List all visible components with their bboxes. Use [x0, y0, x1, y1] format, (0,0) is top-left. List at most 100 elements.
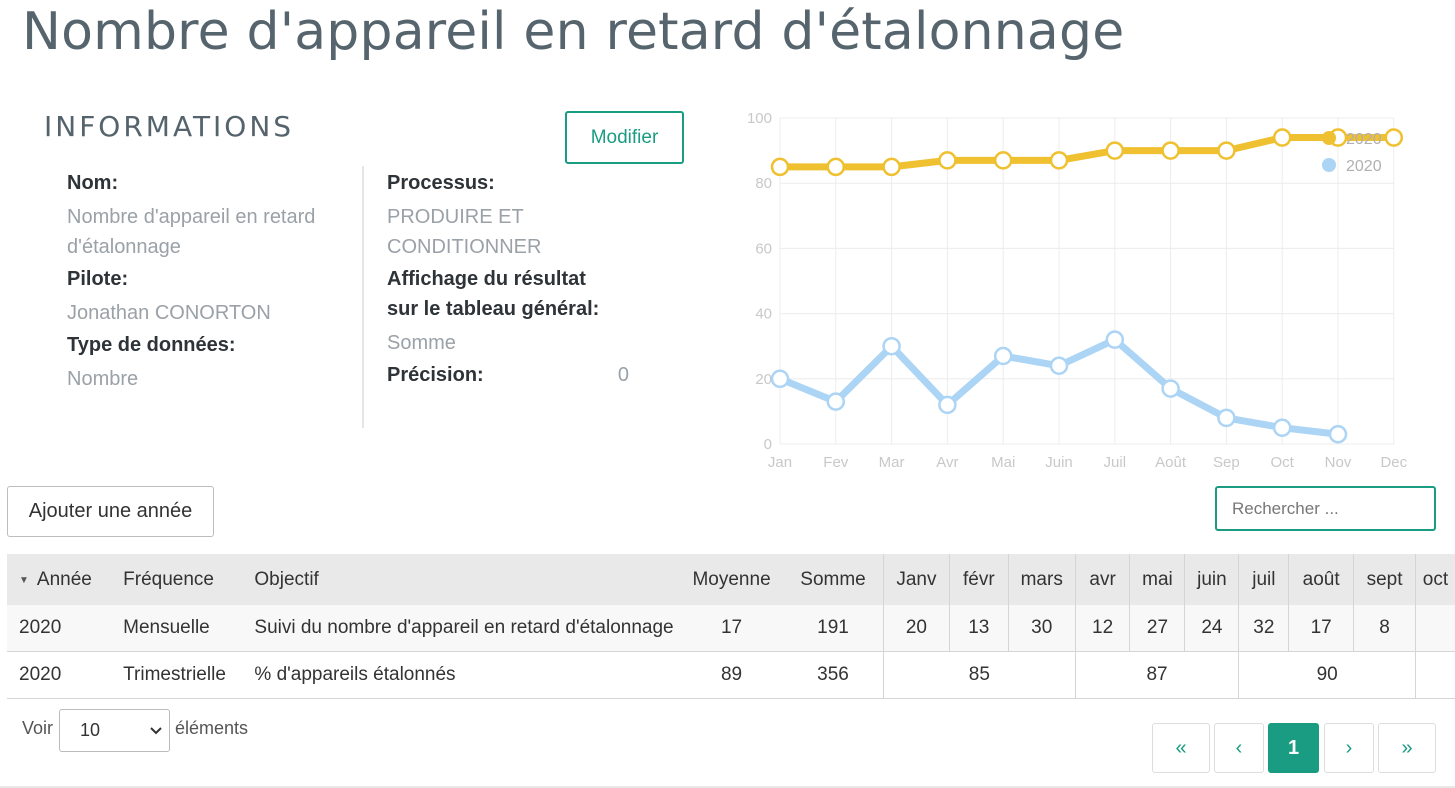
x-tick-label: Juil: [1104, 454, 1127, 471]
cell-annee: 2020: [7, 605, 112, 652]
data-point: [826, 392, 846, 411]
cell-somme: 356: [783, 651, 884, 699]
col-header-month[interactable]: sept: [1353, 554, 1416, 605]
next-page-button[interactable]: ›: [1324, 723, 1374, 773]
col-header-annee[interactable]: ▼ Année: [7, 554, 111, 605]
info-left-column: Nom: Nombre d'appareil en retard d'étalo…: [67, 168, 337, 396]
col-header-month[interactable]: avr: [1074, 554, 1130, 605]
cell-objectif: % d'appareils étalonnés: [242, 651, 681, 699]
cell-month: 27: [1129, 605, 1185, 652]
col-header-month[interactable]: août: [1288, 554, 1354, 605]
col-header-month[interactable]: oct: [1414, 554, 1455, 605]
data-point: [938, 395, 957, 415]
cell-frequence: Trimestrielle: [111, 651, 243, 699]
page-1-button[interactable]: 1: [1268, 723, 1319, 773]
x-tick-label: Jan: [768, 454, 792, 471]
col-header-month[interactable]: Janv: [882, 554, 950, 605]
series-line: [776, 134, 1398, 171]
chevron-down-icon: [149, 711, 163, 767]
pilote-label: Pilote:: [67, 268, 129, 290]
data-point: [1217, 141, 1236, 160]
data-table-wrapper: ▼ Année Fréquence Objectif Moyenne Somme …: [7, 554, 1455, 699]
legend-marker: [1322, 131, 1336, 145]
data-point: [882, 157, 901, 177]
data-point: [938, 151, 957, 170]
data-point: [1161, 379, 1180, 398]
precision-row: Précision: 0: [387, 360, 629, 390]
page-size-value: 10: [80, 720, 101, 740]
cell-month: 13: [948, 605, 1009, 652]
precision-value: 0: [617, 364, 629, 386]
data-point: [1105, 330, 1125, 349]
first-page-button[interactable]: «: [1152, 723, 1210, 773]
cell-moyenne: 17: [680, 605, 784, 652]
page-title: Nombre d'appareil en retard d'étalonnage: [22, 2, 1125, 62]
cell-frequence: Mensuelle: [111, 605, 243, 652]
search-input[interactable]: [1215, 486, 1436, 531]
data-point: [770, 369, 790, 389]
x-tick-label: Mai: [991, 454, 1015, 471]
data-point: [1328, 424, 1348, 444]
x-tick-label: Dec: [1380, 454, 1407, 471]
last-page-button[interactable]: »: [1378, 723, 1436, 773]
affichage-label: Affichage du résultat sur le tableau gén…: [387, 268, 600, 320]
data-point: [1272, 128, 1292, 147]
info-divider: [362, 166, 364, 428]
col-header-month[interactable]: mai: [1129, 554, 1185, 605]
col-header-month[interactable]: févr: [948, 554, 1009, 605]
cell-month: 32: [1238, 605, 1289, 652]
nom-label: Nom:: [67, 172, 119, 194]
cell-month: 20: [882, 605, 950, 652]
table-row[interactable]: 2020 Trimestrielle % d'appareils étalonn…: [7, 651, 1455, 699]
col-header-frequence[interactable]: Fréquence: [111, 554, 242, 605]
add-year-button[interactable]: Ajouter une année: [7, 486, 214, 537]
voir-label: Voir: [22, 718, 54, 738]
cell-annee: 2020: [7, 651, 112, 699]
data-point: [1272, 418, 1292, 437]
data-point: [1161, 141, 1180, 160]
x-tick-label: Sep: [1213, 454, 1240, 471]
prev-page-button[interactable]: ‹: [1214, 723, 1264, 773]
cell-month: 12: [1074, 605, 1130, 652]
data-point: [770, 157, 790, 177]
x-tick-label: Juin: [1045, 454, 1073, 471]
page-size-select[interactable]: 10: [59, 709, 170, 752]
precision-label: Précision:: [387, 364, 484, 386]
processus-label: Processus:: [387, 172, 495, 194]
col-header-somme[interactable]: Somme: [783, 554, 883, 605]
type-label: Type de données:: [67, 334, 236, 356]
type-value: Nombre: [67, 368, 139, 390]
x-tick-label: Oct: [1271, 454, 1295, 471]
x-tick-label: Avr: [936, 454, 958, 471]
x-tick-label: Fev: [823, 454, 849, 471]
y-tick-label: 60: [755, 240, 772, 257]
col-header-moyenne[interactable]: Moyenne: [680, 554, 783, 605]
data-point: [1105, 141, 1125, 160]
x-tick-label: Nov: [1325, 454, 1352, 471]
col-header-objectif[interactable]: Objectif: [242, 554, 680, 605]
modify-button[interactable]: Modifier: [565, 111, 684, 164]
cell-month: 30: [1007, 605, 1076, 652]
y-tick-label: 40: [755, 306, 772, 323]
y-tick-label: 0: [764, 436, 772, 453]
y-tick-label: 80: [755, 175, 772, 192]
x-tick-label: Août: [1155, 454, 1187, 471]
cell-objectif: Suivi du nombre d'appareil en retard d'é…: [242, 605, 681, 652]
table-row[interactable]: 2020 Mensuelle Suivi du nombre d'apparei…: [7, 605, 1455, 652]
pilote-value: Jonathan CONORTON: [67, 302, 271, 324]
col-header-month[interactable]: juin: [1184, 554, 1239, 605]
cell-quarter: [1414, 651, 1455, 699]
x-tick-label: Mar: [879, 454, 905, 471]
col-header-month[interactable]: juil: [1238, 554, 1289, 605]
data-point: [882, 336, 901, 356]
cell-quarter: 90: [1238, 651, 1416, 699]
double-chevron-right-icon: »: [1401, 736, 1413, 759]
data-point: [1049, 151, 1069, 170]
section-title-informations: INFORMATIONS: [44, 110, 295, 143]
processus-value: PRODUIRE ET CONDITIONNER: [387, 206, 542, 258]
cell-month: [1414, 605, 1455, 652]
page-number: 1: [1287, 736, 1300, 759]
col-header-month[interactable]: mars: [1007, 554, 1076, 605]
chevron-left-icon: ‹: [1235, 736, 1243, 759]
data-point: [993, 346, 1013, 366]
